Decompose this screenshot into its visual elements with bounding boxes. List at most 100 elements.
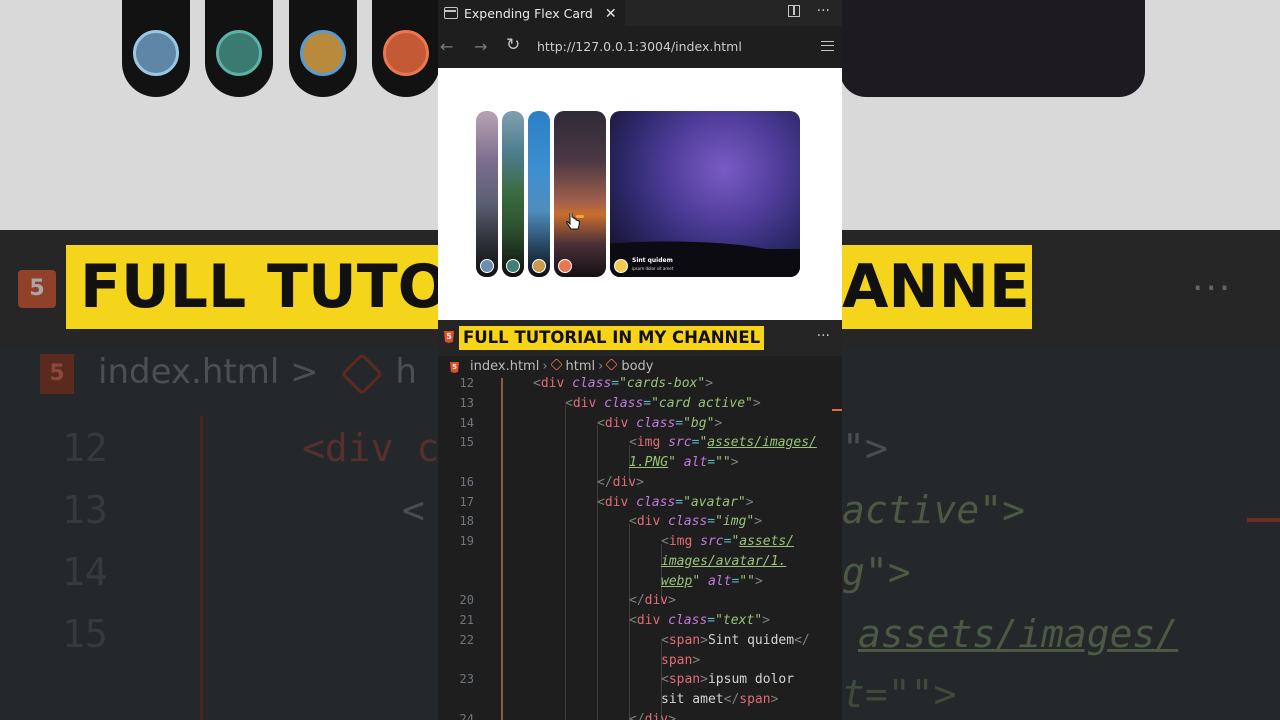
- background-banner-left: FULL TUTOR: [66, 245, 438, 329]
- tab-bar: Expending Flex Card ✕ ···: [438, 0, 842, 27]
- code-token: "text": [715, 613, 763, 628]
- code-token: class: [660, 613, 708, 628]
- code-token: Sint quidem: [707, 632, 795, 648]
- code-line[interactable]: 21 <div class="text">: [438, 613, 842, 633]
- code-text: <div class="avatar">: [597, 495, 754, 510]
- avatar: [532, 259, 546, 273]
- code-text: webp" alt="">: [661, 574, 763, 589]
- tab-preview[interactable]: Expending Flex Card ✕: [438, 0, 625, 27]
- code-line[interactable]: 24 </div>: [438, 712, 842, 720]
- code-token: >: [762, 613, 770, 628]
- background-breadcrumb: 5 index.html > h: [40, 352, 417, 395]
- line-number: 12: [459, 376, 474, 390]
- code-token: >: [730, 455, 739, 470]
- breadcrumb-body[interactable]: body: [621, 359, 653, 374]
- code-line[interactable]: span>: [438, 653, 842, 673]
- code-line[interactable]: 17 <div class="avatar">: [438, 495, 842, 515]
- breadcrumb-file[interactable]: index.html: [470, 359, 539, 374]
- code-line[interactable]: 23 <span>ipsum dolor: [438, 672, 842, 692]
- code-token: div: [540, 376, 565, 391]
- code-token: div: [612, 474, 637, 490]
- code-token: class: [564, 376, 612, 391]
- code-token: "cards-box": [619, 376, 706, 391]
- background-card-pill: [372, 0, 440, 97]
- background-more-icon: ···: [1192, 268, 1233, 309]
- code-token: sit amet: [661, 692, 724, 707]
- code-text: </div>: [629, 593, 676, 608]
- menu-icon[interactable]: [821, 41, 834, 51]
- line-number: 17: [459, 494, 474, 509]
- code-token: <: [565, 395, 573, 411]
- line-number: 13: [459, 395, 474, 410]
- code-token: >: [692, 652, 701, 668]
- code-text: </div>: [597, 475, 644, 490]
- code-line[interactable]: 20 </div>: [438, 593, 842, 613]
- code-token: ": [692, 573, 701, 589]
- more-actions-icon[interactable]: ···: [817, 3, 830, 19]
- flex-card[interactable]: [502, 111, 524, 277]
- code-line[interactable]: 22 <span>Sint quidem</: [438, 633, 842, 653]
- background-crumb-file: index.html: [98, 352, 280, 392]
- code-token: "": [739, 573, 755, 589]
- code-text: <div class="bg">: [597, 416, 722, 431]
- page-preview: Sint quidem ipsum dolor sit amet: [438, 68, 842, 320]
- code-line[interactable]: webp" alt="">: [438, 574, 842, 594]
- breadcrumb-html[interactable]: html: [566, 359, 596, 374]
- code-token: >: [754, 514, 763, 530]
- code-line[interactable]: 12 <div class="cards-box">: [438, 376, 842, 396]
- code-token: =: [611, 376, 620, 391]
- line-number: 18: [459, 514, 474, 529]
- code-line[interactable]: 16 </div>: [438, 475, 842, 495]
- code-token: "": [715, 455, 731, 470]
- code-line[interactable]: 1.PNG" alt="">: [438, 455, 842, 475]
- line-number: 14: [459, 415, 474, 430]
- code-line[interactable]: sit amet</span>: [438, 692, 842, 712]
- code-token: span: [661, 652, 693, 668]
- background-line-number: 14: [62, 550, 108, 594]
- line-number: 19: [459, 534, 474, 548]
- more-actions-icon[interactable]: ···: [817, 328, 830, 344]
- code-text: images/avatar/1.: [661, 554, 786, 569]
- code-token: div: [604, 415, 629, 431]
- code-token: src: [692, 534, 724, 549]
- code-token: class: [596, 395, 644, 411]
- flex-card-active[interactable]: Sint quidem ipsum dolor sit amet: [610, 111, 800, 277]
- flex-card[interactable]: [528, 111, 550, 277]
- code-token: div: [572, 395, 597, 411]
- code-token: >: [705, 376, 714, 391]
- code-text: <img src="assets/: [661, 534, 794, 549]
- code-token: =: [707, 613, 716, 628]
- code-line[interactable]: images/avatar/1.: [438, 554, 842, 574]
- background-code-text: assets/images/: [858, 612, 1179, 656]
- code-token: span: [668, 672, 701, 688]
- code-text: <div class="img">: [629, 514, 762, 529]
- flex-card[interactable]: [554, 111, 606, 277]
- code-line[interactable]: 18 <div class="img">: [438, 514, 842, 534]
- code-token: <: [597, 415, 605, 431]
- code-line[interactable]: 13 <div class="card active">: [438, 396, 842, 416]
- background-line-number: 13: [62, 488, 108, 532]
- background-code-text: <: [402, 488, 425, 532]
- flex-card[interactable]: [476, 111, 498, 277]
- close-icon[interactable]: ✕: [605, 1, 617, 27]
- forward-arrow-icon[interactable]: →: [474, 37, 487, 56]
- back-arrow-icon[interactable]: ←: [440, 37, 453, 56]
- code-line[interactable]: 14 <div class="bg">: [438, 416, 842, 436]
- background-overview-mark: [1247, 518, 1280, 522]
- address-bar[interactable]: http://127.0.0.1:3004/index.html: [537, 39, 742, 54]
- code-token: alt: [675, 455, 708, 470]
- code-line[interactable]: 15 <img src="assets/images/: [438, 435, 842, 455]
- split-editor-icon[interactable]: [788, 5, 801, 17]
- code-token: <: [629, 514, 637, 530]
- code-token: alt: [700, 573, 732, 589]
- reload-icon[interactable]: ↻: [506, 35, 520, 55]
- code-token: span: [668, 632, 701, 648]
- background-card-pill: [205, 0, 273, 97]
- code-token: =: [675, 494, 684, 510]
- code-token: >: [636, 474, 644, 490]
- code-editor[interactable]: 12 <div class="cards-box"> 13 <div class="c…: [438, 376, 842, 720]
- background-banner-right: ANNEL: [842, 245, 1032, 329]
- code-token: div: [644, 711, 669, 720]
- editor-header: 5 FULL TUTORIAL IN MY CHANNEL ···: [438, 320, 842, 356]
- code-line[interactable]: 19 <img src="assets/: [438, 534, 842, 554]
